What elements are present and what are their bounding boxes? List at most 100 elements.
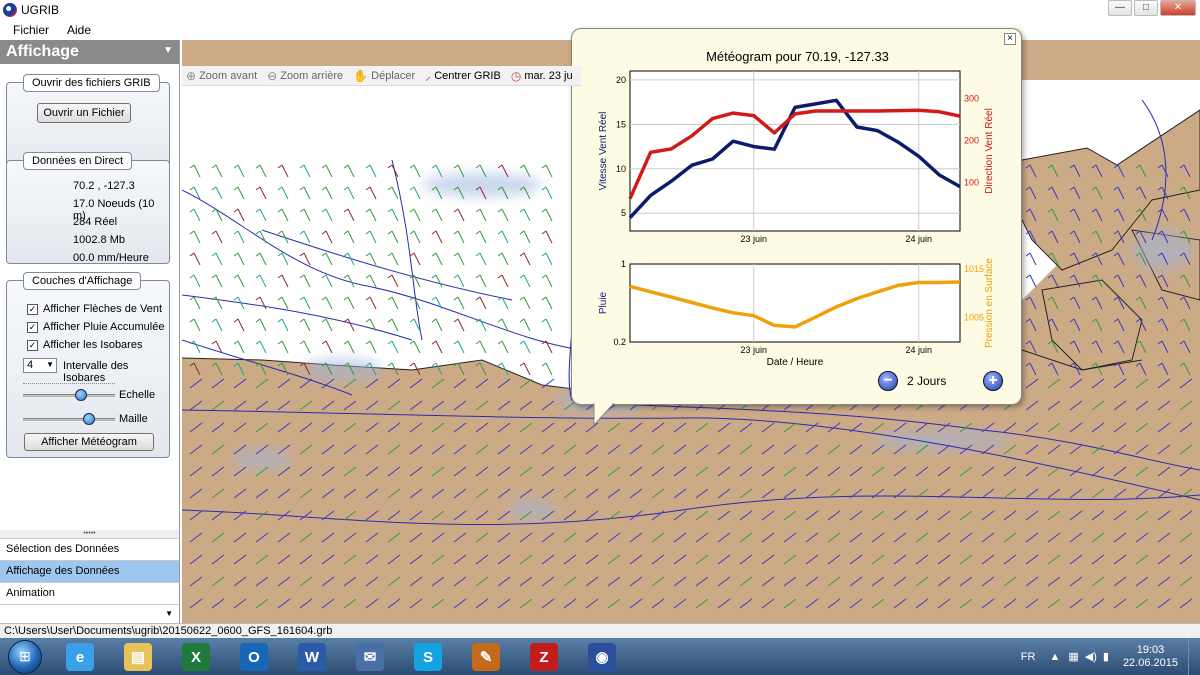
y-tick-label: 20 [616, 75, 626, 85]
tab-animation[interactable]: Animation [0, 582, 179, 604]
start-button[interactable]: ⊞ [8, 639, 42, 674]
show-meteogram-button[interactable]: Afficher Météogram [24, 433, 154, 451]
y-right-tick-label: 300 [964, 93, 979, 103]
show-desktop-button[interactable] [1188, 638, 1200, 675]
open-file-button[interactable]: Ouvrir un Fichier [37, 103, 131, 123]
x-tick-label: 23 juin [740, 234, 767, 244]
isobar-interval-select[interactable]: 4 ▼ [23, 358, 57, 373]
x-tick-label: 24 juin [905, 345, 932, 355]
checkbox-icon[interactable]: ✓ [27, 321, 38, 333]
y-right-tick-label: 1005 [964, 313, 984, 323]
wind-barb-icon: ⸝ [425, 69, 432, 83]
zoom-in-label: Zoom avant [199, 69, 258, 82]
collapse-icon[interactable]: ▼ [163, 45, 173, 56]
y-right-axis-label: Pression en Surface [984, 258, 995, 348]
system-tray: FR ▲ ▦ ◀) ▮ 19:03 22.06.2015 [1021, 638, 1200, 675]
taskbar-app-pen-tool[interactable]: ✎ [460, 640, 512, 674]
clock-icon: ◷ [510, 68, 522, 83]
taskbar-app-filezilla[interactable]: Z [518, 640, 570, 674]
minimize-button[interactable]: — [1108, 0, 1132, 16]
plot-area [629, 263, 961, 343]
tab-data-selection[interactable]: Sélection des Données [0, 538, 179, 560]
sidebar-title: Affichage ▼ [0, 40, 179, 64]
y-right-axis-label: Direction Vent Réel [984, 108, 995, 194]
taskbar-app-outlook[interactable]: O [228, 640, 280, 674]
language-indicator[interactable]: FR [1021, 651, 1036, 663]
tabs-expand[interactable]: ▼ [0, 604, 179, 623]
taskbar-app-word[interactable]: W [286, 640, 338, 674]
live-data-group: Données en Direct 70.2 , -127.3 17.0 Noe… [6, 152, 170, 264]
window-title: UGRIB [21, 3, 60, 17]
live-pressure: 1002.8 Mb [73, 234, 125, 246]
outlook-icon: O [240, 643, 268, 671]
sidebar: Affichage ▼ Ouvrir des fichiers GRIB Ouv… [0, 40, 180, 623]
x-tick-label: 24 juin [905, 234, 932, 244]
display-layers-group: Couches d'Affichage ✓ Afficher Flèches d… [6, 272, 170, 458]
checkbox-isobars[interactable]: ✓ Afficher les Isobares [27, 339, 142, 351]
taskbar-app-file-explorer[interactable]: ▤ [112, 640, 164, 674]
mesh-slider-knob[interactable] [83, 413, 96, 425]
checkbox-wind-arrows-label: Afficher Flèches de Vent [43, 303, 163, 315]
taskbar-app-ugrib[interactable]: ◉ [576, 640, 628, 674]
tab-data-display[interactable]: Affichage des Données [0, 560, 179, 582]
taskbar-app-excel[interactable]: X [170, 640, 222, 674]
zoom-in-button[interactable]: ⊕ Zoom avant [186, 69, 257, 83]
live-wind-direction: 284 Réel [73, 216, 118, 228]
splitter-handle[interactable]: ••••• [0, 530, 179, 538]
y-tick-label: 0.2 [613, 337, 626, 347]
scale-slider[interactable] [23, 389, 115, 401]
live-coordinates: 70.2 , -127.3 [73, 180, 135, 192]
internet-explorer-icon: e [66, 643, 94, 671]
checkbox-icon[interactable]: ✓ [27, 303, 38, 315]
checkbox-wind-arrows[interactable]: ✓ Afficher Flèches de Vent [27, 303, 162, 315]
center-grib-button[interactable]: ⸝ Centrer GRIB [425, 67, 501, 84]
date-selector[interactable]: ◷ mar. 23 ju [511, 69, 573, 83]
checkbox-accumulated-rain[interactable]: ✓ Afficher Pluie Accumulée [27, 321, 164, 333]
taskbar-app-internet-explorer[interactable]: e [54, 640, 106, 674]
clock-date: 22.06.2015 [1122, 656, 1178, 669]
windows-logo-icon: ⊞ [19, 648, 31, 664]
checkbox-icon[interactable]: ✓ [27, 339, 38, 351]
title-bar: UGRIB — □ ✕ [0, 0, 1200, 20]
zoom-out-icon: ⊖ [267, 68, 278, 83]
pan-button[interactable]: ✋ Déplacer [353, 69, 415, 83]
mesh-slider[interactable] [23, 413, 115, 425]
zoom-in-days-button[interactable]: + [983, 371, 1003, 391]
battery-icon[interactable]: ▮ [1103, 650, 1109, 663]
zoom-out-button[interactable]: ⊖ Zoom arrière [267, 69, 343, 83]
map-toolbar: ⊕ Zoom avant ⊖ Zoom arrière ✋ Déplacer ⸝ Cen… [182, 66, 582, 86]
close-button[interactable]: ✕ [1160, 0, 1196, 16]
center-grib-label: Centrer GRIB [434, 69, 501, 82]
taskbar-app-thunderbird[interactable]: ✉ [344, 640, 396, 674]
chevron-down-icon: ▼ [46, 360, 54, 369]
date-label: mar. 23 ju [524, 69, 573, 82]
taskbar: ⊞ e ▤ X O W ✉ S ✎ Z ◉ FR ▲ ▦ ◀) ▮ 19:03 22.06.201… [0, 638, 1200, 675]
word-icon: W [298, 643, 326, 671]
scale-slider-knob[interactable] [74, 389, 87, 401]
x-axis-label: Date / Heure [767, 357, 824, 368]
pen-tool-icon: ✎ [472, 643, 500, 671]
skype-icon: S [414, 643, 442, 671]
pan-label: Déplacer [371, 69, 416, 82]
chevron-down-icon[interactable]: ▼ [165, 609, 173, 618]
meteogram-popup: × Météogram pour 70.19, -127.33 23 juin 2… [571, 28, 1022, 405]
taskbar-app-skype[interactable]: S [402, 640, 454, 674]
status-bar: C:\Users\User\Documents\ugrib\20150622_0… [0, 623, 1200, 638]
network-icon[interactable]: ▦ [1068, 650, 1078, 663]
y-tick-label: 5 [621, 208, 626, 218]
sidebar-title-text: Affichage [6, 43, 79, 60]
menu-aide[interactable]: Aide [67, 23, 91, 37]
volume-icon[interactable]: ◀) [1085, 650, 1097, 663]
ugrib-app-icon [3, 3, 17, 17]
thunderbird-icon: ✉ [356, 643, 384, 671]
y-right-tick-label: 200 [964, 135, 979, 145]
menu-fichier[interactable]: Fichier [13, 23, 49, 37]
zoom-in-icon: ⊕ [186, 68, 197, 83]
tray-expand-icon[interactable]: ▲ [1049, 651, 1060, 663]
file-explorer-icon: ▤ [124, 643, 152, 671]
zoom-out-days-button[interactable]: − [878, 371, 898, 391]
maximize-button[interactable]: □ [1134, 0, 1158, 16]
isobar-interval-value: 4 [27, 359, 34, 371]
clock[interactable]: 19:03 22.06.2015 [1123, 644, 1178, 670]
y-axis-label: Vitesse Vent Réel [598, 112, 609, 191]
